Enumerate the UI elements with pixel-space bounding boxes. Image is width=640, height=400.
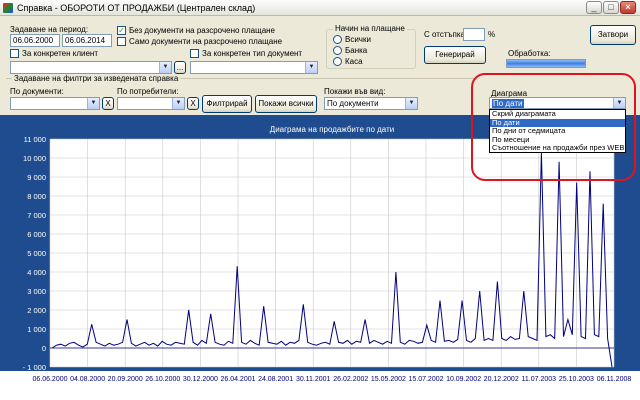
chart-title: Диаграма на продажбите по дати xyxy=(270,125,394,134)
payment-cash-radio[interactable] xyxy=(333,57,342,66)
chevron-down-icon: ▼ xyxy=(159,62,171,73)
y-tick-label: 7 000 xyxy=(27,211,46,220)
view-combo-value: По документи xyxy=(327,99,379,108)
generate-button[interactable]: Генерирай xyxy=(424,46,486,64)
chevron-down-icon: ▼ xyxy=(87,98,99,109)
report-window: Справка - ОБОРОТИ ОТ ПРОДАЖБИ (Централен… xyxy=(0,0,640,400)
minimize-button[interactable]: _ xyxy=(586,1,602,14)
y-tick-label: 2 000 xyxy=(27,306,46,315)
window-title: Справка - ОБОРОТИ ОТ ПРОДАЖБИ (Централен… xyxy=(17,3,256,13)
processing-label: Обработка: xyxy=(508,49,551,58)
clear-users-button[interactable]: X xyxy=(187,97,199,110)
y-tick-label: 10 000 xyxy=(23,154,46,163)
x-tick-label: 20.09.2000 xyxy=(108,376,143,383)
client-label: За конкретен клиент xyxy=(22,49,99,58)
date-from-field[interactable]: 06.06.2000 xyxy=(10,34,60,47)
x-tick-label: 26.02.2002 xyxy=(333,376,368,383)
x-tick-label: 24.08.2001 xyxy=(258,376,293,383)
chevron-down-icon: ▼ xyxy=(305,62,317,73)
by-documents-combo[interactable]: ▼ xyxy=(10,97,100,110)
client-checkbox[interactable] xyxy=(10,49,19,58)
x-tick-label: 10.09.2002 xyxy=(446,376,481,383)
x-tick-label: 30.12.2000 xyxy=(183,376,218,383)
diagram-option-hide[interactable]: Скрий диаграмата xyxy=(490,110,625,119)
x-tick-label: 11.07.2003 xyxy=(522,376,557,383)
sales-chart: Диаграма на продажбите по дати 11 000 10 0… xyxy=(0,115,640,400)
close-button[interactable]: Затвори xyxy=(590,25,636,45)
diagram-option-by-weekday[interactable]: По дни от седмицата xyxy=(490,127,625,136)
diagram-option-by-month[interactable]: По месеци xyxy=(490,136,625,145)
only-installment-checkbox[interactable] xyxy=(117,37,126,46)
x-tick-label: 25.10.2003 xyxy=(559,376,594,383)
client-combo[interactable]: ▼ xyxy=(10,61,172,74)
x-tick-label: 20.12.2002 xyxy=(484,376,519,383)
y-tick-label: 8 000 xyxy=(27,192,46,201)
y-tick-label: 6 000 xyxy=(27,230,46,239)
show-all-button[interactable]: Покажи всички xyxy=(255,95,317,113)
x-tick-label: 30.11.2001 xyxy=(296,376,331,383)
close-window-button[interactable]: × xyxy=(620,1,636,14)
no-installment-label: Без документи на разсрочено плащане xyxy=(129,26,276,35)
by-users-combo[interactable]: ▼ xyxy=(117,97,185,110)
chevron-down-icon: ▼ xyxy=(172,98,184,109)
y-tick-label: 4 000 xyxy=(27,268,46,277)
x-tick-label: 15.07.2002 xyxy=(408,376,443,383)
processing-progress-bar xyxy=(506,59,586,68)
payment-all-label: Всички xyxy=(345,35,371,44)
doc-type-checkbox[interactable] xyxy=(190,49,199,58)
discount-field[interactable] xyxy=(463,28,485,41)
payment-cash-label: Каса xyxy=(345,57,363,66)
discount-label: С отстъпка: xyxy=(424,30,468,39)
y-tick-label: 11 000 xyxy=(24,135,46,144)
x-tick-label: 15.05.2002 xyxy=(371,376,406,383)
by-users-label: По потребители: xyxy=(117,87,179,96)
filters-title: Задаване на филтри за изведената справка xyxy=(12,74,181,84)
payment-bank-radio[interactable] xyxy=(333,46,342,55)
chevron-down-icon: ▼ xyxy=(613,98,625,108)
x-tick-label: 26.04.2001 xyxy=(220,376,255,383)
diagram-option-by-date[interactable]: По дати xyxy=(490,118,625,128)
title-bar[interactable]: Справка - ОБОРОТИ ОТ ПРОДАЖБИ (Централен… xyxy=(0,0,640,16)
browse-client-button[interactable]: ... xyxy=(174,61,186,74)
y-tick-label: 3 000 xyxy=(27,287,46,296)
no-installment-checkbox[interactable]: ✓ xyxy=(117,26,126,35)
diagram-option-web-ratio[interactable]: Съотношение на продажби през WEB xyxy=(490,144,625,153)
payment-method-title: Начин на плащане xyxy=(333,24,407,33)
x-tick-label: 06.06.2000 xyxy=(32,376,67,383)
app-icon xyxy=(3,3,13,13)
only-installment-label: Само документи на разсрочено плащане xyxy=(129,37,283,46)
diagram-combo-value: По дати xyxy=(492,99,524,108)
by-documents-label: По документи: xyxy=(10,87,64,96)
view-combo[interactable]: По документи ▼ xyxy=(324,97,418,110)
x-tick-label: 06.11.2008 xyxy=(597,376,632,383)
diagram-combo[interactable]: По дати ▼ xyxy=(489,97,626,109)
x-tick-label: 04.08.2000 xyxy=(70,376,105,383)
payment-all-radio[interactable] xyxy=(333,35,342,44)
diagram-dropdown-list[interactable]: Скрий диаграмата По дати По дни от седми… xyxy=(489,109,626,153)
sales-chart-svg: Диаграма на продажбите по дати 11 000 10 0… xyxy=(0,125,640,400)
discount-unit: % xyxy=(488,30,496,39)
maximize-button[interactable]: □ xyxy=(603,1,619,14)
doc-type-label: За конкретен тип документ xyxy=(202,49,303,58)
filter-button[interactable]: Филтрирай xyxy=(202,95,252,113)
payment-bank-label: Банка xyxy=(345,46,368,55)
chevron-down-icon: ▼ xyxy=(405,98,417,109)
y-tick-label: 1 000 xyxy=(27,325,46,334)
view-label: Покажи във вид: xyxy=(324,87,386,96)
y-tick-label: 0 xyxy=(42,344,46,353)
clear-documents-button[interactable]: X xyxy=(102,97,114,110)
x-tick-label: 26.10.2000 xyxy=(145,376,180,383)
y-tick-label: 9 000 xyxy=(27,173,46,182)
y-tick-label: 5 000 xyxy=(27,249,46,258)
doc-type-combo[interactable]: ▼ xyxy=(190,61,318,74)
date-to-field[interactable]: 06.06.2014 xyxy=(62,34,112,47)
y-tick-label: - 1 000 xyxy=(23,363,46,372)
